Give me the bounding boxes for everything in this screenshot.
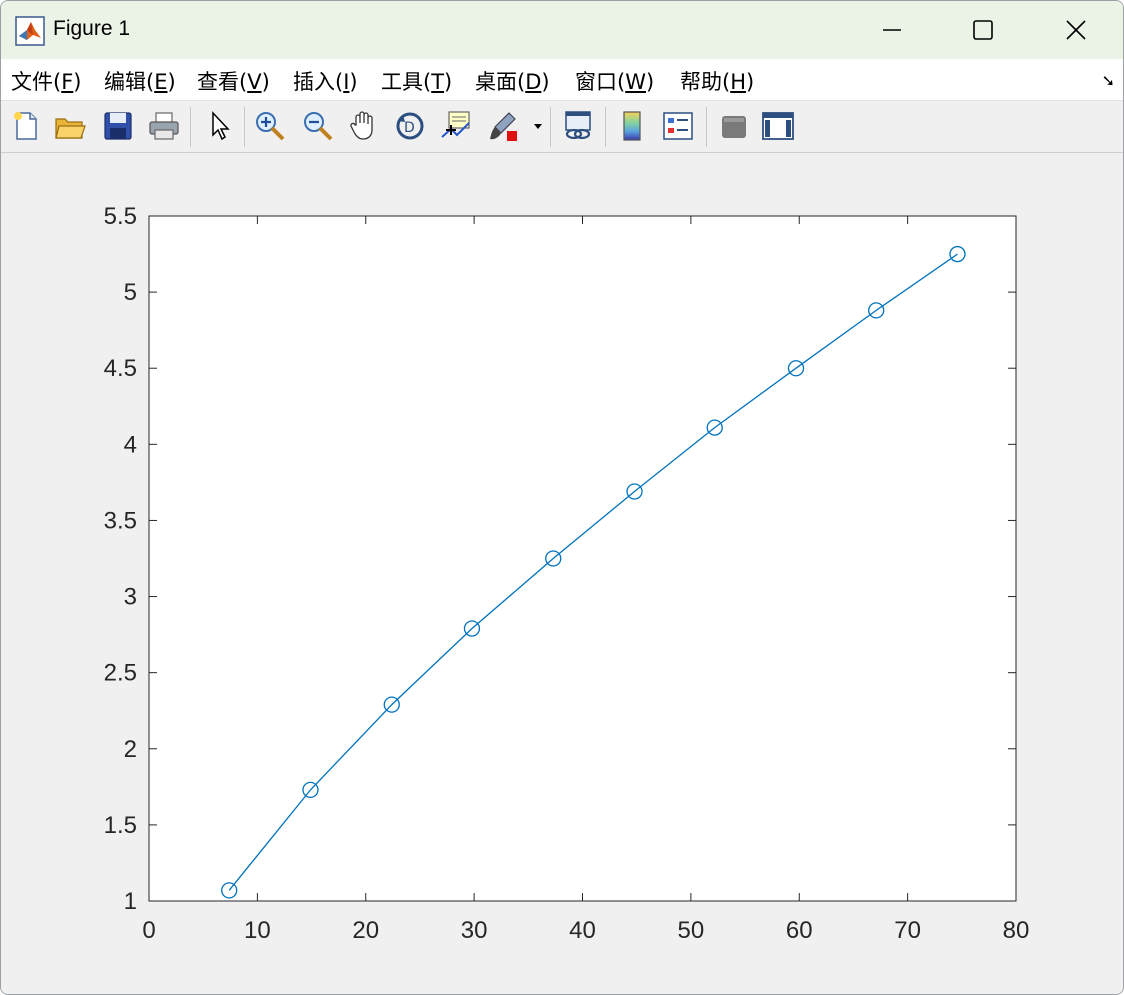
print-icon[interactable] <box>147 109 181 143</box>
x-tick-label: 20 <box>352 917 379 944</box>
x-tick-label: 0 <box>142 917 155 944</box>
x-tick-label: 10 <box>244 917 271 944</box>
rotate-3d-icon[interactable]: D <box>393 109 427 143</box>
close-button[interactable] <box>1029 1 1123 59</box>
y-tick-label: 3 <box>124 584 137 611</box>
figure-window: Figure 1 文件(F) 编辑(E) 查看(V) 插入(I) 工具(T) 桌… <box>0 0 1124 995</box>
menu-help[interactable]: 帮助(H) <box>680 66 754 96</box>
x-tick-label: 30 <box>461 917 488 944</box>
title-bar[interactable]: Figure 1 <box>1 1 1123 59</box>
menu-bar: 文件(F) 编辑(E) 查看(V) 插入(I) 工具(T) 桌面(D) 窗口(W… <box>1 59 1123 101</box>
toolbar-separator <box>244 107 245 147</box>
minimize-icon <box>883 29 901 31</box>
menu-file[interactable]: 文件(F) <box>11 66 82 96</box>
show-plot-tools-icon[interactable] <box>761 109 795 143</box>
figure-area: 1 1.5 2 2.5 3 3.5 4 4.5 5 5.5 0 10 20 30 40 50 60 70 80 <box>1 153 1123 994</box>
toolbar-separator <box>706 107 707 147</box>
y-tick-label: 1 <box>124 888 137 915</box>
insert-colorbar-icon[interactable] <box>615 109 649 143</box>
hide-plot-tools-icon[interactable] <box>717 109 751 143</box>
new-figure-icon[interactable] <box>9 109 43 143</box>
insert-legend-icon[interactable] <box>661 109 695 143</box>
y-tick-labels: 1 1.5 2 2.5 3 3.5 4 4.5 5 5.5 <box>104 203 137 915</box>
edit-plot-arrow-icon[interactable] <box>203 109 237 143</box>
maximize-icon <box>973 20 993 40</box>
menu-edit[interactable]: 编辑(E) <box>104 66 176 96</box>
menu-insert[interactable]: 插入(I) <box>293 66 358 96</box>
maximize-button[interactable] <box>936 1 1030 59</box>
x-tick-label: 80 <box>1003 917 1030 944</box>
close-icon <box>1066 20 1086 40</box>
x-tick-labels: 0 10 20 30 40 50 60 70 80 <box>142 917 1029 944</box>
y-tick-label: 2 <box>124 736 137 763</box>
menu-view[interactable]: 查看(V) <box>197 66 270 96</box>
y-tick-label: 5.5 <box>104 203 137 230</box>
y-tick-label: 4.5 <box>104 355 137 382</box>
brush-dropdown-icon[interactable] <box>531 109 545 143</box>
menu-window[interactable]: 窗口(W) <box>575 66 654 96</box>
x-tick-label: 50 <box>678 917 705 944</box>
y-tick-label: 2.5 <box>104 660 137 687</box>
svg-text:D: D <box>404 120 415 136</box>
toolbar-separator <box>605 107 606 147</box>
toolbar-separator <box>190 107 191 147</box>
brush-icon[interactable] <box>487 109 521 143</box>
y-tick-label: 3.5 <box>104 507 137 534</box>
y-tick-label: 5 <box>124 279 137 306</box>
toolbar-separator <box>550 107 551 147</box>
menu-overflow-icon[interactable]: ➘ <box>1102 71 1115 90</box>
zoom-out-icon[interactable] <box>301 109 335 143</box>
x-tick-label: 40 <box>569 917 596 944</box>
plot-canvas[interactable]: 1 1.5 2 2.5 3 3.5 4 4.5 5 5.5 0 10 20 30 40 50 60 70 80 <box>1 153 1123 994</box>
save-icon[interactable] <box>101 109 135 143</box>
matlab-icon <box>15 16 45 46</box>
x-tick-label: 70 <box>894 917 921 944</box>
x-tick-label: 60 <box>786 917 813 944</box>
menu-desktop[interactable]: 桌面(D) <box>475 66 550 96</box>
minimize-button[interactable] <box>845 1 939 59</box>
axes-box[interactable] <box>148 215 1017 902</box>
open-folder-icon[interactable] <box>53 109 87 143</box>
toolbar: D <box>1 101 1123 153</box>
pan-hand-icon[interactable] <box>347 109 381 143</box>
link-plot-icon[interactable] <box>561 109 595 143</box>
y-tick-label: 4 <box>124 431 137 458</box>
window-title: Figure 1 <box>53 17 131 40</box>
y-tick-label: 1.5 <box>104 812 137 839</box>
menu-tools[interactable]: 工具(T) <box>381 66 452 96</box>
zoom-in-icon[interactable] <box>253 109 287 143</box>
data-cursor-icon[interactable] <box>439 109 473 143</box>
